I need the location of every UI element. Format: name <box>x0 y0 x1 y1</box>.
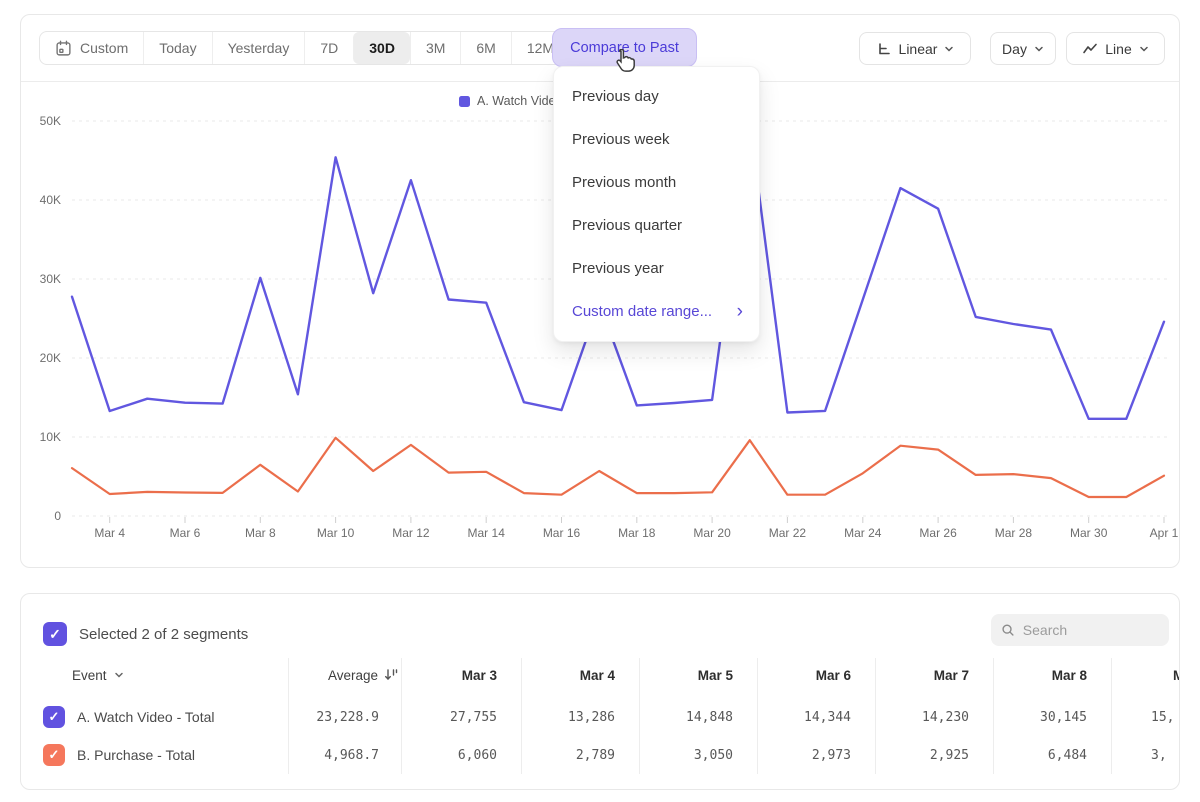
svg-text:Mar 30: Mar 30 <box>1070 526 1108 540</box>
menu-item-previous-month[interactable]: Previous month <box>554 161 759 204</box>
cell-value: 6,060 <box>401 736 497 774</box>
column-separator <box>1111 658 1112 774</box>
cell-value: 13,286 <box>519 698 615 736</box>
menu-item-previous-year[interactable]: Previous year <box>554 247 759 290</box>
table-row-b-purchase-total: ✓ B. Purchase - Total 4,968.7 6,060 2,789 3,0… <box>21 736 1179 774</box>
row-checkbox[interactable]: ✓ <box>43 744 65 766</box>
column-separator <box>401 658 402 774</box>
segments-card: ✓ Selected 2 of 2 segments Event Average… <box>20 593 1180 790</box>
svg-text:20K: 20K <box>40 351 61 365</box>
svg-text:0: 0 <box>54 509 61 523</box>
compare-menu-items: Previous dayPrevious weekPrevious monthP… <box>554 75 759 290</box>
interval-dropdown[interactable]: Day <box>990 32 1056 65</box>
calendar-icon <box>55 40 72 57</box>
legend-swatch <box>459 96 470 107</box>
compare-menu: Previous dayPrevious weekPrevious monthP… <box>553 66 760 342</box>
interval-label: Day <box>1002 41 1027 57</box>
cell-value: 14,344 <box>755 698 851 736</box>
menu-item-previous-quarter[interactable]: Previous quarter <box>554 204 759 247</box>
column-header-average[interactable]: Average <box>288 656 398 694</box>
column-separator <box>875 658 876 774</box>
svg-text:Mar 10: Mar 10 <box>317 526 355 540</box>
segments-table: Event Average Mar 3 Mar 4 Mar 5 Mar 6 Mar 7 M… <box>21 594 1179 789</box>
menu-item-custom-date-range[interactable]: Custom date range... › <box>554 290 759 333</box>
svg-text:50K: 50K <box>40 114 61 128</box>
date-range-7d[interactable]: 7D <box>304 32 353 64</box>
compare-to-past-button[interactable]: Compare to Past <box>552 28 697 67</box>
line-chart-icon <box>1082 41 1098 57</box>
svg-text:Mar 14: Mar 14 <box>468 526 506 540</box>
chart-type-label: Line <box>1105 41 1131 57</box>
column-header-event[interactable]: Event <box>72 656 124 694</box>
chevron-down-icon <box>1139 44 1149 54</box>
cell-value: 2,973 <box>755 736 851 774</box>
column-header-mar-3[interactable]: Mar 3 <box>401 656 497 694</box>
date-range-custom[interactable]: Custom <box>40 32 143 64</box>
cell-value: 2,925 <box>873 736 969 774</box>
date-range-today[interactable]: Today <box>143 32 211 64</box>
date-range-yesterday[interactable]: Yesterday <box>212 32 305 64</box>
row-checkbox[interactable]: ✓ <box>43 706 65 728</box>
svg-text:Mar 4: Mar 4 <box>94 526 125 540</box>
cell-value: 27,755 <box>401 698 497 736</box>
svg-text:Mar 20: Mar 20 <box>693 526 731 540</box>
column-separator <box>288 658 289 774</box>
svg-text:30K: 30K <box>40 272 61 286</box>
column-separator <box>521 658 522 774</box>
svg-text:Apr 1: Apr 1 <box>1150 526 1179 540</box>
cell-average: 23,228.9 <box>288 698 379 736</box>
column-header-mar-4[interactable]: Mar 4 <box>519 656 615 694</box>
svg-text:10K: 10K <box>40 430 61 444</box>
cell-value: 2,789 <box>519 736 615 774</box>
menu-item-previous-week[interactable]: Previous week <box>554 118 759 161</box>
column-separator <box>639 658 640 774</box>
column-header-mar-8[interactable]: Mar 8 <box>991 656 1087 694</box>
column-header-truncated: M <box>1173 656 1180 694</box>
scale-dropdown[interactable]: Linear <box>859 32 971 65</box>
svg-text:Mar 12: Mar 12 <box>392 526 430 540</box>
date-range-3m[interactable]: 3M <box>410 32 460 64</box>
svg-text:Mar 16: Mar 16 <box>543 526 581 540</box>
chevron-right-icon: › <box>737 302 743 321</box>
cell-value: 30,145 <box>991 698 1087 736</box>
date-range-control: CustomTodayYesterday7D30D3M6M12M <box>39 31 570 65</box>
date-range-30d[interactable]: 30D <box>353 32 410 64</box>
svg-text:Mar 8: Mar 8 <box>245 526 276 540</box>
column-separator <box>757 658 758 774</box>
svg-text:Mar 22: Mar 22 <box>769 526 807 540</box>
svg-text:Mar 18: Mar 18 <box>618 526 656 540</box>
chevron-down-icon <box>1034 44 1044 54</box>
date-range-6m[interactable]: 6M <box>460 32 510 64</box>
series-line-b-purchase-total <box>72 438 1164 497</box>
cell-value-truncated: 15, <box>1151 698 1180 736</box>
axis-linear-icon <box>876 41 892 57</box>
svg-text:40K: 40K <box>40 193 61 207</box>
row-label: A. Watch Video - Total <box>77 698 214 736</box>
cell-value-truncated: 3, <box>1151 736 1180 774</box>
chart-type-dropdown[interactable]: Line <box>1066 32 1165 65</box>
svg-text:Mar 6: Mar 6 <box>170 526 201 540</box>
column-header-mar-5[interactable]: Mar 5 <box>637 656 733 694</box>
cell-value: 14,848 <box>637 698 733 736</box>
column-header-mar-6[interactable]: Mar 6 <box>755 656 851 694</box>
cell-value: 6,484 <box>991 736 1087 774</box>
cell-value: 14,230 <box>873 698 969 736</box>
table-row-a-watch-video-total: ✓ A. Watch Video - Total 23,228.9 27,755 13,… <box>21 698 1179 736</box>
column-separator <box>993 658 994 774</box>
menu-item-previous-day[interactable]: Previous day <box>554 75 759 118</box>
scale-label: Linear <box>899 41 938 57</box>
row-label: B. Purchase - Total <box>77 736 195 774</box>
column-header-mar-7[interactable]: Mar 7 <box>873 656 969 694</box>
chevron-down-icon <box>114 670 124 680</box>
chevron-down-icon <box>944 44 954 54</box>
cell-value: 3,050 <box>637 736 733 774</box>
sort-descending-icon <box>384 668 398 682</box>
svg-text:Mar 26: Mar 26 <box>919 526 957 540</box>
cell-average: 4,968.7 <box>288 736 379 774</box>
svg-text:Mar 28: Mar 28 <box>995 526 1033 540</box>
svg-text:Mar 24: Mar 24 <box>844 526 882 540</box>
